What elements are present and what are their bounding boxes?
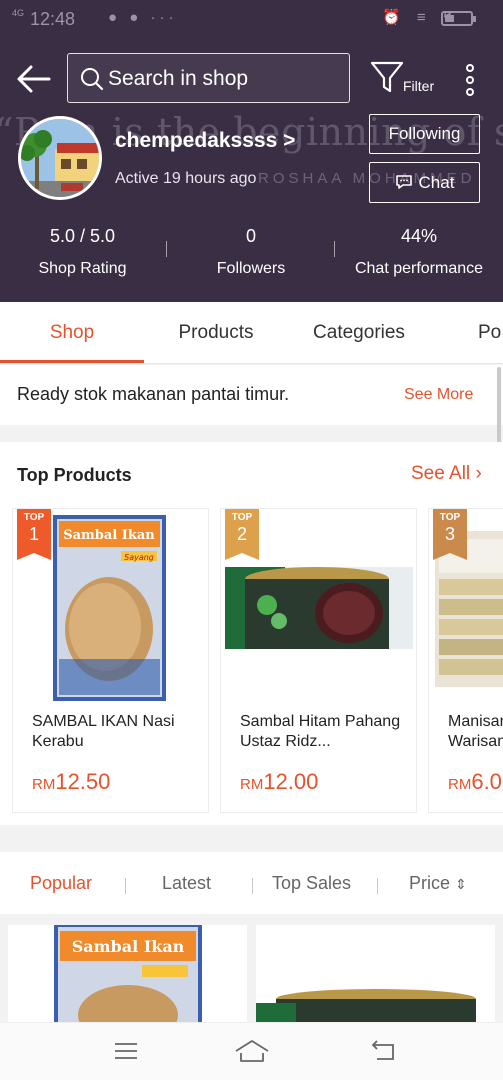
tab-more[interactable]: Po (478, 302, 503, 364)
notification-icons: ● ● ··· (108, 9, 178, 26)
stat-value: 5.0 / 5.0 (49, 226, 116, 246)
menu-icon[interactable] (112, 1039, 140, 1063)
active-tab-indicator (0, 360, 144, 363)
product-brand-text: Sayang (124, 553, 154, 562)
status-time: 12:48 (30, 9, 76, 29)
badge-label: TOP (231, 512, 253, 523)
see-all-label: See All (411, 463, 471, 484)
sort-top-sales[interactable]: Top Sales (272, 873, 351, 894)
product-price: RM12.50 (32, 769, 110, 795)
product-name: SAMBAL IKAN Nasi Kerabu (32, 713, 175, 750)
sort-divider (252, 878, 253, 894)
top-product-card[interactable]: TOP 3 Manisan Warisan RM6.0 (428, 508, 503, 813)
stat-chat-performance: 44% Chat performance (346, 226, 492, 278)
product-image: Sambal Ikan (54, 925, 202, 1025)
stat-divider (166, 241, 167, 257)
shop-tabs: Shop Products Categories Po (0, 302, 503, 364)
signal-indicator: 4G (12, 8, 25, 18)
chevron-right-icon: › (475, 463, 482, 484)
badge-rank: 2 (236, 524, 247, 544)
shop-search-input[interactable]: Search in shop (67, 53, 350, 103)
search-icon (81, 68, 104, 91)
back-nav-icon[interactable] (369, 1039, 397, 1063)
shop-name-link[interactable]: chempedakssss > (115, 129, 295, 153)
product-grid-card[interactable] (256, 925, 495, 1025)
price-currency: RM (448, 776, 472, 793)
tab-categories[interactable]: Categories (288, 302, 430, 364)
product-name: Sambal Hitam Pahang Ustaz Ridz... (240, 713, 401, 750)
top-products-section: Top Products See All › Sambal Ikan Sayan… (0, 442, 503, 825)
product-image (256, 925, 495, 1025)
shop-header: 4G 12:48 ● ● ··· ⏰ ≡ ↯ “Pain is the begi… (0, 0, 503, 302)
chat-bubble-icon (395, 175, 412, 189)
sort-divider (377, 878, 378, 894)
price-value: 12.00 (263, 769, 319, 794)
stat-label: Chat performance (354, 260, 484, 277)
price-currency: RM (240, 776, 264, 793)
badge-rank: 1 (28, 524, 39, 544)
system-nav-bar (0, 1022, 503, 1080)
filter-button[interactable]: Filter (366, 60, 442, 100)
shop-description: Ready stok makanan pantai timur. See Mor… (0, 365, 503, 425)
product-price: RM12.00 (240, 769, 318, 795)
tab-shop[interactable]: Shop (0, 302, 144, 364)
top-rank-badge: TOP 3 (433, 509, 467, 560)
search-placeholder: Search in shop (108, 67, 249, 90)
stat-shop-rating: 5.0 / 5.0 Shop Rating (20, 226, 145, 278)
stat-value: 0 (245, 226, 256, 246)
product-grid-card[interactable]: Sambal Ikan (8, 925, 247, 1025)
stat-label: Followers (216, 260, 286, 277)
top-rank-badge: TOP 1 (17, 509, 51, 560)
more-options-icon[interactable] (460, 62, 480, 98)
stat-divider (334, 241, 335, 257)
sort-latest[interactable]: Latest (162, 873, 211, 894)
chat-button[interactable]: Chat (369, 162, 480, 203)
product-package-text: Sambal Ikan (72, 937, 185, 956)
price-value: 12.50 (55, 769, 111, 794)
status-bar: 4G 12:48 ● ● ··· ⏰ ≡ ↯ (0, 0, 503, 38)
active-status: Active 19 hours ago (115, 170, 257, 187)
sort-bar: Popular Latest Top Sales Price ⇕ (0, 852, 503, 914)
product-price: RM6.0 (448, 769, 502, 795)
sort-arrows-icon: ⇕ (455, 876, 467, 892)
top-product-card[interactable]: TOP 2 Sambal Hitam Pahang Ustaz Ridz... R… (220, 508, 417, 813)
product-name: Manisan Warisan (448, 713, 503, 750)
filter-icon (370, 61, 404, 93)
following-button[interactable]: Following (369, 114, 480, 154)
sort-price-label: Price (409, 873, 451, 893)
stat-value: 44% (400, 226, 438, 246)
badge-label: TOP (23, 512, 45, 523)
top-products-title: Top Products (17, 465, 132, 485)
back-arrow-icon[interactable] (16, 62, 52, 96)
price-value: 6.0 (471, 769, 502, 794)
top-product-card[interactable]: Sambal Ikan Sayang TOP 1 SAMBAL IKAN Nasi… (12, 508, 209, 813)
see-all-link[interactable]: See All › (411, 463, 482, 485)
see-more-link[interactable]: See More (404, 386, 473, 404)
filter-label: Filter (403, 78, 435, 94)
chat-label: Chat (418, 173, 455, 192)
badge-rank: 3 (444, 524, 455, 544)
badge-label: TOP (439, 512, 461, 523)
stat-label: Shop Rating (38, 260, 127, 277)
battery-icon (441, 11, 476, 26)
sort-divider (125, 878, 126, 894)
top-rank-badge: TOP 2 (225, 509, 259, 560)
description-text: Ready stok makanan pantai timur. (17, 384, 290, 404)
stat-followers: 0 Followers (192, 226, 310, 278)
sort-popular[interactable]: Popular (30, 873, 92, 894)
tab-products[interactable]: Products (144, 302, 288, 364)
product-package-text: Sambal Ikan (63, 528, 155, 543)
home-icon[interactable] (234, 1039, 270, 1063)
sort-price[interactable]: Price ⇕ (409, 873, 467, 894)
price-currency: RM (32, 776, 56, 793)
shop-avatar[interactable] (18, 116, 102, 200)
